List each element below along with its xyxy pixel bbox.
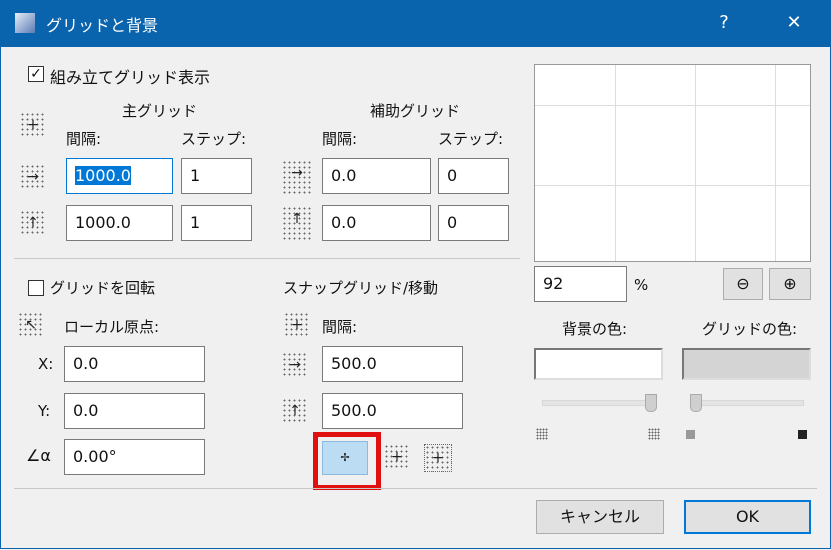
show-grid-checkbox[interactable]: ✓ [28,66,44,82]
main-spacing-label: 間隔: [66,130,102,148]
bg-color-swatch[interactable] [534,348,663,380]
bg-slider-thumb[interactable] [645,394,657,412]
help-button[interactable]: ? [704,8,744,38]
angle-input[interactable]: 0.00° [64,439,205,475]
aux-x-spacing-icon: → [282,160,312,194]
bg-color-label: 背景の色: [562,320,628,338]
origin-x-input[interactable]: 0.0 [64,346,205,382]
local-origin-label: ローカル原点: [64,318,160,336]
main-x-step-input[interactable]: 1 [181,158,252,194]
rotate-grid-label: グリッドを回転 [50,279,156,297]
aux-y-spacing-icon: ↑ [282,206,312,240]
grid-slider-track[interactable] [690,400,804,406]
y-spacing-icon: ↑ [20,210,46,236]
rotate-grid-checkbox[interactable] [28,280,44,296]
local-origin-icon: ↖ [18,312,44,338]
zoom-unit: % [634,276,649,294]
aux-step-label: ステップ: [438,130,504,148]
snap-x-icon: → [282,352,308,378]
main-x-spacing-input[interactable]: 1000.0 [66,158,173,194]
snap-point-button[interactable]: ✢ [322,441,368,475]
show-grid-label: 組み立てグリッド表示 [50,68,211,87]
snap-grid-small-button[interactable]: + [384,444,410,470]
snap-x-input[interactable]: 500.0 [322,346,463,382]
aux-y-spacing-input[interactable]: 0.0 [322,205,431,241]
zoom-input[interactable]: 92 [534,266,627,302]
origin-y-input[interactable]: 0.0 [64,393,205,429]
cancel-button[interactable]: キャンセル [536,500,664,534]
grid-cross-icon: + [20,112,46,138]
ok-button[interactable]: OK [684,500,811,534]
aux-grid-heading: 補助グリッド [370,102,461,120]
aux-x-step-input[interactable]: 0 [438,158,509,194]
x-label: X: [38,355,54,373]
snap-heading: スナップグリッド/移動 [283,279,439,297]
footer-divider [14,488,817,489]
y-label: Y: [38,402,51,420]
main-grid-heading: 主グリッド [122,102,198,120]
main-y-step-input[interactable]: 1 [181,205,252,241]
grid-color-label: グリッドの色: [702,320,798,338]
main-step-label: ステップ: [181,130,247,148]
snap-grid-large-button[interactable]: + [424,444,452,472]
snap-y-icon: ↑ [282,398,308,424]
snap-y-input[interactable]: 500.0 [322,393,463,429]
snap-spacing-label: 間隔: [322,318,358,336]
close-button[interactable]: ✕ [774,8,814,38]
aux-spacing-label: 間隔: [322,130,358,148]
angle-icon: ∠α [26,446,51,465]
zoom-in-button[interactable]: ⊕ [769,268,811,300]
selected-text: 1000.0 [75,166,131,185]
grid-light-icon [686,430,695,439]
grid-slider-thumb[interactable] [690,394,702,412]
light-grid-icon [536,428,548,440]
aux-y-step-input[interactable]: 0 [438,205,509,241]
x-spacing-icon: → [20,164,46,190]
snap-cross-icon: + [284,312,310,338]
aux-x-spacing-input[interactable]: 0.0 [322,158,431,194]
dense-grid-icon [648,428,660,440]
window-title: グリッドと背景 [46,16,159,35]
grid-dark-icon [798,430,807,439]
grid-color-swatch[interactable] [682,348,811,380]
main-y-spacing-input[interactable]: 1000.0 [66,205,173,241]
grid-preview [534,64,811,262]
title-bar: グリッドと背景 ? ✕ [0,0,831,47]
divider [14,258,520,259]
zoom-out-button[interactable]: ⊖ [723,268,763,300]
bg-slider-track[interactable] [542,400,656,406]
app-logo-icon [15,13,35,33]
